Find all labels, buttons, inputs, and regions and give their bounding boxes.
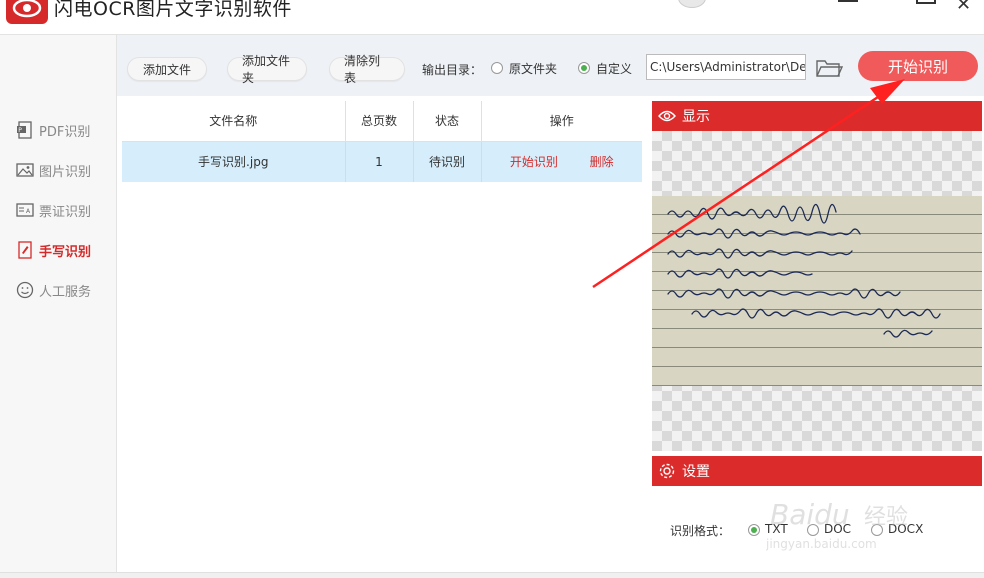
page-count-cell: 1 [345,141,414,182]
col-pages-header: 总页数 [345,101,414,142]
radio-original-label: 原文件夹 [509,62,558,76]
app-logo [6,0,48,24]
preview-panel-header: 显示 [652,101,982,131]
smiley-icon [16,281,34,299]
action-cell: 开始识别 删除 [481,141,642,182]
radio-custom-label: 自定义 [596,62,633,76]
sidebar-item-label: 票证识别 [39,204,92,220]
minimize-icon[interactable] [838,0,858,2]
preview-title: 显示 [682,109,710,125]
sidebar-item-label: 图片识别 [39,164,92,180]
format-label: 识别格式： [670,524,731,538]
sidebar-item-pdf[interactable]: P PDF识别 [16,119,112,141]
sidebar-item-image[interactable]: 图片识别 [16,159,112,181]
file-table: 文件名称 总页数 状态 操作 手写识别.jpg 1 待识别 开始识别 删除 [122,101,642,182]
gear-icon [658,462,676,480]
col-status-header: 状态 [413,101,482,142]
svg-text:经验: 经验 [864,505,908,530]
settings-title: 设置 [682,464,710,480]
radio-format-txt[interactable] [748,524,760,536]
eye-icon [658,109,676,123]
sidebar-item-label: 人工服务 [39,284,92,300]
row-delete-link[interactable]: 删除 [590,155,614,169]
pdf-icon: P [16,121,34,139]
table-row[interactable]: 手写识别.jpg 1 待识别 开始识别 删除 [122,141,642,182]
close-icon[interactable]: ✕ [956,0,971,15]
app-title: 闪电OCR图片文字识别软件 [54,0,292,20]
start-recognition-button[interactable]: 开始识别 [858,51,978,81]
clear-list-button[interactable]: 清除列表 [329,54,405,85]
svg-text:P: P [18,127,22,134]
sidebar-item-manual-service[interactable]: 人工服务 [16,279,112,301]
sidebar-item-label: 手写识别 [39,244,92,260]
user-avatar[interactable] [678,0,706,8]
svg-text:Baidu: Baidu [770,498,850,531]
svg-text:A: A [26,208,31,215]
sidebar: P PDF识别 图片识别 A 票证识别 手写识别 人工服务 [0,34,117,578]
file-name-cell: 手写识别.jpg [122,141,346,182]
title-bar: 闪电OCR图片文字识别软件 ✕ [0,0,984,34]
radio-original-folder[interactable] [491,62,503,74]
output-dir-label: 输出目录： [422,63,483,77]
sidebar-item-ticket[interactable]: A 票证识别 [16,199,112,221]
maximize-icon[interactable] [916,0,936,4]
add-file-button[interactable]: 添加文件 [127,57,207,81]
output-path-field[interactable]: C:\Users\Administrator\De [646,54,806,80]
image-icon [16,161,34,179]
add-folder-button[interactable]: 添加文件夹 [227,54,307,85]
radio-custom-folder[interactable] [578,62,590,74]
ticket-icon: A [16,201,34,219]
handwriting-icon [16,241,34,259]
baidu-watermark: Baidu 经验 jingyan.baidu.com [765,492,976,552]
col-action-header: 操作 [481,101,642,142]
sidebar-item-label: PDF识别 [39,124,91,140]
folder-open-icon[interactable] [815,57,844,82]
status-cell: 待识别 [413,141,482,182]
settings-panel-header: 设置 [652,456,982,486]
row-start-recognition-link[interactable]: 开始识别 [510,155,558,169]
col-filename-header: 文件名称 [122,101,346,142]
sidebar-item-handwriting[interactable]: 手写识别 [16,239,112,261]
image-preview [652,131,982,451]
toolbar: 添加文件 添加文件夹 清除列表 输出目录： 原文件夹 自定义 C:\Users\… [117,34,984,96]
svg-text:jingyan.baidu.com: jingyan.baidu.com [766,537,877,551]
table-header-row: 文件名称 总页数 状态 操作 [122,101,642,142]
status-bar [0,572,984,578]
handwritten-note-image [652,196,982,386]
